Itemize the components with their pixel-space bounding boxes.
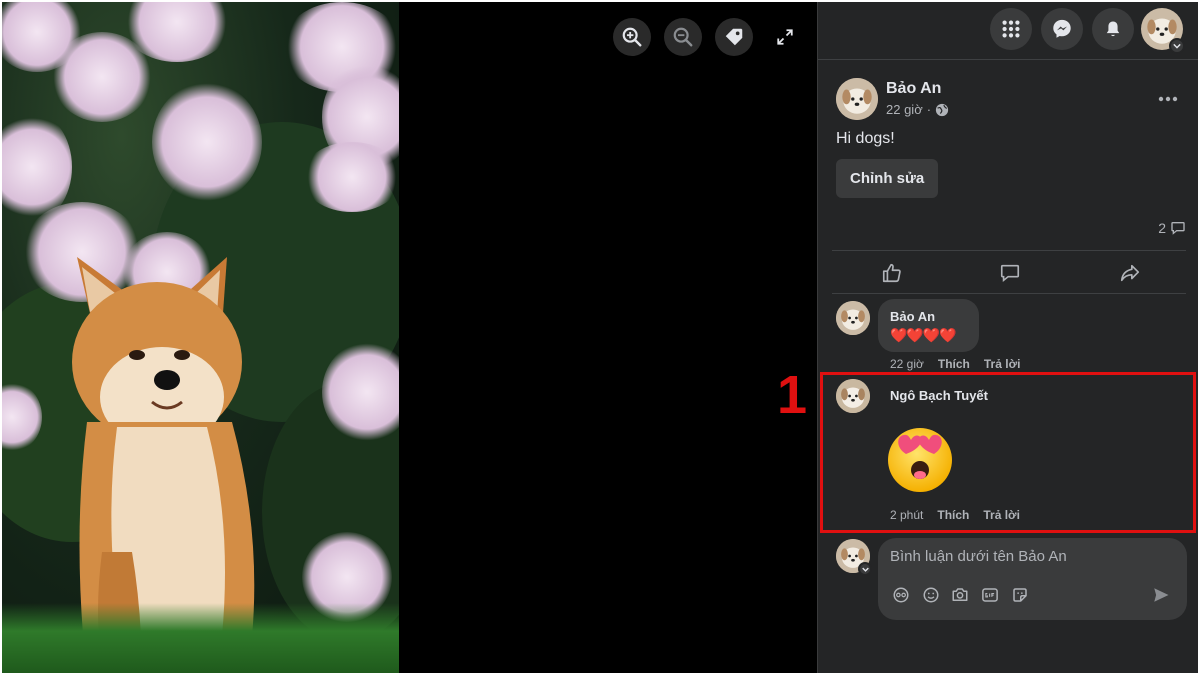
comment-text: ❤️❤️❤️❤️ — [890, 327, 957, 343]
puppy-avatar-image — [836, 78, 878, 120]
comment-avatar[interactable] — [836, 379, 870, 413]
comment-button[interactable] — [990, 258, 1030, 288]
post-time[interactable]: 22 giờ — [886, 102, 923, 117]
fullscreen-button[interactable] — [770, 22, 800, 52]
comment-author[interactable]: Bảo An — [890, 309, 935, 324]
share-icon — [1120, 264, 1140, 282]
share-button[interactable] — [1110, 258, 1150, 288]
puppy-avatar-image — [836, 301, 870, 335]
comment-author[interactable]: Ngô Bạch Tuyết — [890, 388, 988, 403]
zoom-in-icon — [622, 27, 642, 47]
comment-time[interactable]: 22 giờ — [890, 357, 924, 371]
composer-identity-caret[interactable] — [858, 562, 872, 576]
messenger-button[interactable] — [1041, 8, 1083, 50]
annotation-step-number: 1 — [777, 365, 808, 425]
like-comment-link[interactable]: Thích — [938, 357, 970, 371]
reply-comment-link[interactable]: Trả lời — [983, 508, 1020, 522]
comment-sticker — [884, 422, 956, 494]
top-navigation — [818, 2, 1198, 60]
post-author-name[interactable]: Bảo An — [886, 80, 941, 98]
sticker-button[interactable] — [1009, 584, 1031, 606]
tag-icon — [725, 28, 743, 46]
meta-separator: · — [926, 102, 932, 117]
camera-icon — [952, 588, 968, 601]
messenger-icon — [1053, 19, 1071, 38]
account-menu-caret[interactable] — [1169, 38, 1185, 54]
edit-post-button[interactable]: Chỉnh sửa — [836, 159, 939, 198]
dog-photo[interactable] — [2, 2, 399, 673]
menu-button[interactable] — [990, 8, 1032, 50]
post-text: Hi dogs! — [836, 130, 895, 147]
chevron-down-icon — [861, 567, 869, 572]
heart-eyes-emoji-icon — [888, 428, 952, 492]
send-button[interactable] — [1150, 584, 1172, 606]
comment-avatar[interactable] — [836, 301, 870, 335]
reply-comment-link[interactable]: Trả lời — [984, 357, 1021, 371]
comment-icon — [1000, 264, 1020, 283]
smiley-icon — [923, 587, 939, 603]
tag-button[interactable] — [715, 18, 753, 56]
post-meta: 22 giờ · — [886, 102, 949, 117]
grass — [2, 603, 399, 673]
comment-composer — [878, 538, 1187, 620]
photo-button[interactable] — [949, 584, 971, 606]
bell-icon — [1106, 21, 1120, 37]
divider — [832, 250, 1186, 251]
grid-menu-icon — [1002, 20, 1020, 38]
post-author-avatar[interactable] — [836, 78, 878, 120]
comment-actions: 22 giờ Thích Trả lời — [890, 357, 1020, 371]
thumbs-up-icon — [882, 263, 901, 283]
fullscreen-icon — [777, 29, 793, 45]
comment-actions: 2 phút Thích Trả lời — [890, 508, 1020, 522]
like-button[interactable] — [872, 258, 912, 288]
zoom-out-icon — [673, 27, 693, 47]
comment-input[interactable] — [890, 548, 1180, 565]
divider — [832, 293, 1186, 294]
screen-frame: Bảo An 22 giờ · Hi dogs! Chỉnh sửa 2 Bảo… — [2, 2, 1198, 673]
comment-count-value: 2 — [1158, 220, 1166, 236]
gif-button[interactable] — [979, 584, 1001, 606]
comment-bubble-icon — [1171, 222, 1185, 235]
post-panel: Bảo An 22 giờ · Hi dogs! Chỉnh sửa 2 Bảo… — [817, 2, 1198, 673]
zoom-out-button[interactable] — [664, 18, 702, 56]
avatar-sticker-icon — [893, 587, 909, 603]
comment-count[interactable]: 2 — [1158, 220, 1186, 236]
comment-bubble: Bảo An ❤️❤️❤️❤️ — [878, 299, 979, 352]
like-comment-link[interactable]: Thích — [937, 508, 969, 522]
zoom-in-button[interactable] — [613, 18, 651, 56]
more-options-button[interactable] — [1153, 84, 1183, 114]
notifications-button[interactable] — [1092, 8, 1134, 50]
chevron-down-icon — [1173, 43, 1181, 49]
gif-icon — [982, 588, 998, 602]
more-dots-icon — [1158, 96, 1178, 102]
send-icon — [1154, 588, 1169, 602]
sticker-icon — [1013, 588, 1027, 602]
emoji-button[interactable] — [920, 584, 942, 606]
comment-time[interactable]: 2 phút — [890, 508, 923, 522]
globe-icon — [935, 103, 949, 116]
puppy-avatar-image — [836, 379, 870, 413]
avatar-sticker-button[interactable] — [890, 584, 912, 606]
